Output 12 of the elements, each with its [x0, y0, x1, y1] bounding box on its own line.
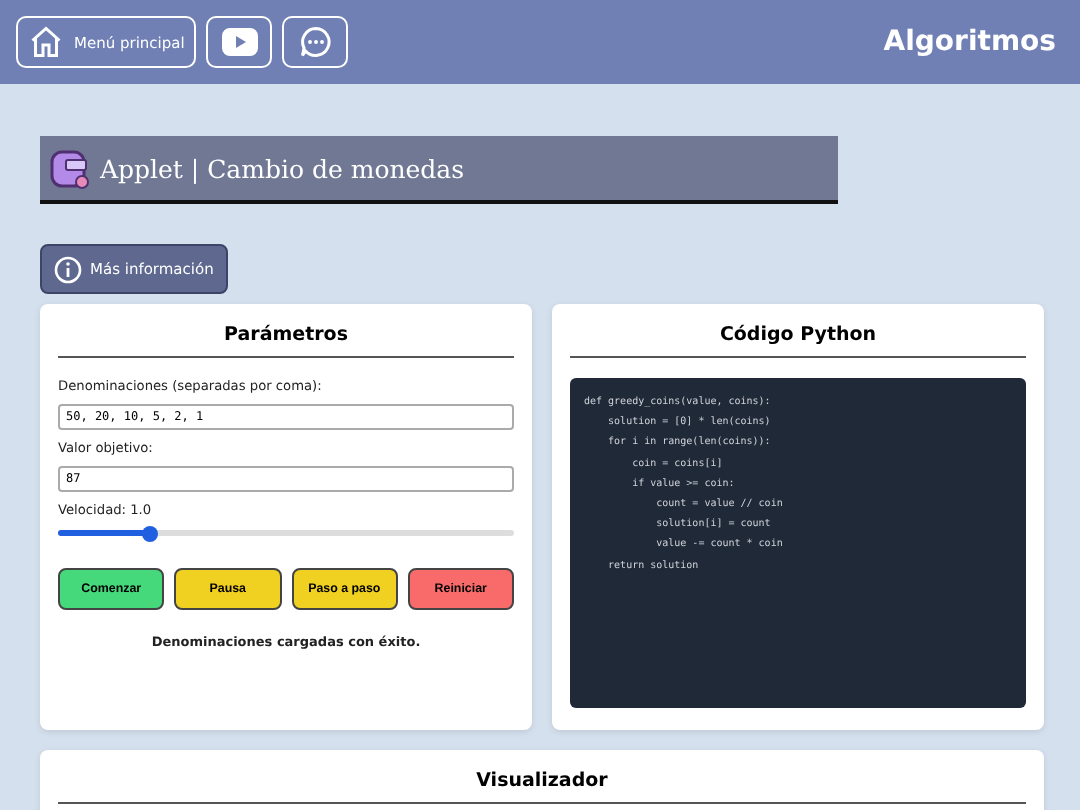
speed-slider[interactable]: [58, 530, 514, 536]
home-icon: [28, 24, 64, 60]
play-icon: [221, 28, 258, 56]
info-icon: [54, 255, 82, 283]
chat-icon: [297, 24, 334, 60]
page-title: Applet | Cambio de monedas: [100, 153, 465, 183]
chat-button[interactable]: [282, 16, 349, 68]
card-heading: Visualizador: [58, 770, 1026, 804]
logo: Algoritmos: [883, 26, 1056, 58]
card-heading: Parámetros: [58, 324, 514, 358]
card-heading: Código Python: [570, 324, 1026, 358]
video-button[interactable]: [206, 16, 273, 68]
